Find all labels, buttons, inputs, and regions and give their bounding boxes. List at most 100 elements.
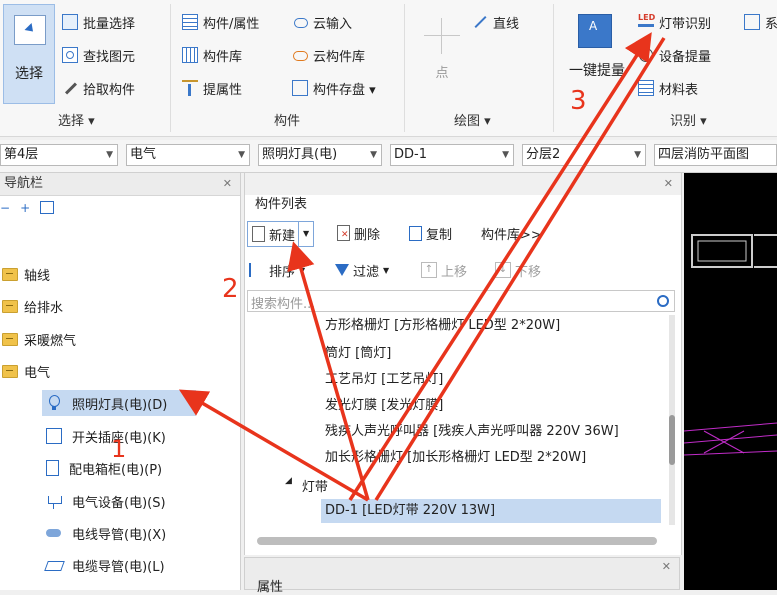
nav-cat-electrical[interactable]: 电气 bbox=[2, 360, 50, 382]
new-button[interactable]: 新建 ▼ bbox=[247, 221, 315, 247]
move-down-button[interactable]: ↓ 下移 bbox=[495, 258, 541, 282]
plug-icon bbox=[46, 493, 62, 509]
copy-icon bbox=[409, 225, 422, 241]
batch-select-button[interactable]: 批量选择 bbox=[62, 12, 135, 32]
canvas-drawing bbox=[683, 234, 777, 456]
move-up-button[interactable]: ↑ 上移 bbox=[421, 258, 467, 282]
nav-item-distribution-box[interactable]: 配电箱柜(电)(P) bbox=[46, 455, 162, 481]
cloud-input-icon bbox=[292, 14, 308, 30]
bulb-icon bbox=[46, 395, 62, 411]
list-item[interactable]: 加长形格栅灯 [加长形格栅灯 LED型 2*20W] bbox=[325, 447, 586, 469]
arrow-down-icon: ↓ bbox=[495, 262, 511, 278]
nav-item-wire-conduit[interactable]: 电线导管(电)(X) bbox=[46, 520, 166, 546]
nav-cat-axis[interactable]: 轴线 bbox=[2, 263, 50, 285]
divider bbox=[553, 4, 554, 132]
list-item[interactable]: 工艺吊灯 [工艺吊灯] bbox=[325, 369, 443, 391]
component-lib-link[interactable]: 构件库>> bbox=[481, 221, 542, 245]
search-input[interactable]: 搜索构件... bbox=[251, 293, 315, 312]
store-icon bbox=[292, 80, 308, 96]
cabinet-icon bbox=[46, 460, 59, 476]
one-click-extract-button[interactable]: A 一键提量 bbox=[562, 8, 632, 98]
point-button[interactable]: 点 bbox=[418, 10, 466, 90]
horizontal-scrollbar[interactable] bbox=[257, 537, 657, 545]
component-type-combo[interactable]: 照明灯具(电) ▼ bbox=[258, 144, 382, 166]
nav-title-bar: 导航栏 ✕ bbox=[0, 173, 240, 196]
filter-icon bbox=[335, 264, 349, 276]
close-icon[interactable]: ✕ bbox=[662, 560, 671, 573]
equipment-extract-button[interactable]: 设备提量 bbox=[638, 45, 711, 65]
list-item[interactable]: 方形格栅灯 [方形格栅灯 LED型 2*20W] bbox=[325, 315, 560, 337]
component-list-title-bar: ✕ bbox=[245, 173, 681, 195]
cloud-input-button[interactable]: 云输入 bbox=[292, 12, 352, 32]
cable-icon bbox=[44, 557, 65, 573]
nav-item-lighting[interactable]: 照明灯具(电)(D) bbox=[42, 390, 196, 416]
nav-cat-heating[interactable]: 采暖燃气 bbox=[2, 328, 76, 350]
nav-item-electrical-equipment[interactable]: 电气设备(电)(S) bbox=[46, 488, 166, 514]
layer-combo[interactable]: 分层2 ▼ bbox=[522, 144, 646, 166]
ribbon: 选择 批量选择 查找图元 拾取构件 选择 ▾ 构件/属性 构件库 提属性 云输入… bbox=[0, 0, 777, 137]
filter-button[interactable]: 过滤 ▼ bbox=[335, 258, 389, 282]
floor-combo[interactable]: 第4层 ▼ bbox=[0, 144, 118, 166]
selector-row: 第4层 ▼ 电气 ▼ 照明灯具(电) ▼ DD-1 ▼ 分层2 ▼ 四层消防平面图 bbox=[0, 140, 777, 173]
collapse-icon[interactable]: − bbox=[0, 201, 10, 215]
component-lib-button[interactable]: 构件库 bbox=[182, 45, 242, 65]
pick-component-button[interactable]: 拾取构件 bbox=[62, 78, 135, 98]
light-strip-identify-button[interactable]: LED 灯带识别 bbox=[638, 12, 711, 32]
component-store-button[interactable]: 构件存盘 ▾ bbox=[292, 78, 376, 98]
table-icon bbox=[638, 80, 654, 96]
search-box[interactable]: 搜索构件... bbox=[247, 290, 675, 312]
selected-list-item[interactable]: DD-1 [LED灯带 220V 13W] bbox=[321, 499, 661, 523]
component-props-button[interactable]: 构件/属性 bbox=[182, 12, 259, 32]
extract-icon bbox=[182, 80, 198, 96]
search-icon[interactable] bbox=[657, 295, 669, 307]
delete-button[interactable]: ✕ 删除 bbox=[337, 221, 380, 245]
extract-props-button[interactable]: 提属性 bbox=[182, 78, 242, 98]
vertical-scrollbar[interactable] bbox=[669, 315, 675, 525]
identify-group-label[interactable]: 识别 ▾ bbox=[670, 110, 707, 129]
chevron-down-icon[interactable]: ▼ bbox=[298, 222, 313, 246]
sort-button[interactable]: 排序 ▼ bbox=[249, 258, 305, 282]
list-item[interactable]: 残疾人声光呼叫器 [残疾人声光呼叫器 220V 36W] bbox=[325, 421, 619, 443]
find-element-icon bbox=[62, 47, 78, 63]
edit-icon[interactable] bbox=[40, 201, 55, 214]
led-icon: LED bbox=[638, 14, 655, 30]
material-table-button[interactable]: 材料表 bbox=[638, 78, 698, 98]
nav-cat-water[interactable]: 给排水 bbox=[2, 295, 63, 317]
component-group-label: 构件 bbox=[274, 114, 301, 129]
switch-icon bbox=[46, 428, 62, 444]
nav-item-cable-conduit[interactable]: 电缆导管(电)(L) bbox=[44, 552, 165, 578]
list-item[interactable]: 发光灯膜 [发光灯膜] bbox=[325, 395, 443, 417]
nav-toolbar: − + bbox=[0, 201, 55, 215]
new-doc-icon bbox=[252, 226, 265, 242]
collapse-triangle-icon[interactable]: ◢ bbox=[285, 476, 292, 495]
select-big-button[interactable]: 选择 bbox=[3, 4, 55, 104]
select-group-label[interactable]: 选择 ▾ bbox=[58, 110, 95, 129]
cloud-lib-button[interactable]: 云构件库 bbox=[292, 45, 365, 65]
point-crosshair-icon bbox=[424, 18, 460, 54]
line-icon bbox=[472, 14, 488, 30]
close-icon[interactable]: ✕ bbox=[664, 173, 673, 195]
drawing-combo[interactable]: 四层消防平面图 bbox=[654, 144, 777, 166]
component-combo[interactable]: DD-1 ▼ bbox=[390, 144, 514, 166]
list-item[interactable]: 筒灯 [筒灯] bbox=[325, 343, 391, 365]
line-button[interactable]: 直线 bbox=[472, 12, 519, 32]
system-button-cut[interactable]: 系 bbox=[744, 12, 777, 32]
library-icon bbox=[182, 47, 198, 63]
component-list-panel: ✕ 构件列表 新建 ▼ ✕ 删除 复制 构件库>> 排序 ▼ 过滤 ▼ ↑ 上移 ↓… bbox=[244, 173, 682, 555]
divider bbox=[404, 4, 405, 132]
navigation-panel: 导航栏 ✕ − + 轴线 给排水 采暖燃气 电气 照明灯具(电)(D) 开关插座… bbox=[0, 173, 241, 590]
draw-group-label[interactable]: 绘图 ▾ bbox=[454, 110, 491, 129]
eyedropper-icon bbox=[62, 80, 78, 96]
expand-all-icon[interactable]: + bbox=[20, 201, 30, 215]
drawing-canvas[interactable] bbox=[683, 173, 777, 590]
divider bbox=[170, 4, 171, 132]
nav-item-switch-socket[interactable]: 开关插座(电)(K) bbox=[46, 423, 166, 449]
close-icon[interactable]: ✕ bbox=[223, 173, 232, 195]
discipline-combo[interactable]: 电气 ▼ bbox=[126, 144, 250, 166]
batch-select-icon bbox=[62, 14, 78, 30]
folder-open-icon bbox=[2, 364, 18, 378]
copy-button[interactable]: 复制 bbox=[409, 221, 452, 245]
cloud-lib-icon bbox=[292, 47, 308, 63]
tree-group-light-strip[interactable]: ◢ 灯带 bbox=[285, 476, 328, 495]
find-element-button[interactable]: 查找图元 bbox=[62, 45, 135, 65]
